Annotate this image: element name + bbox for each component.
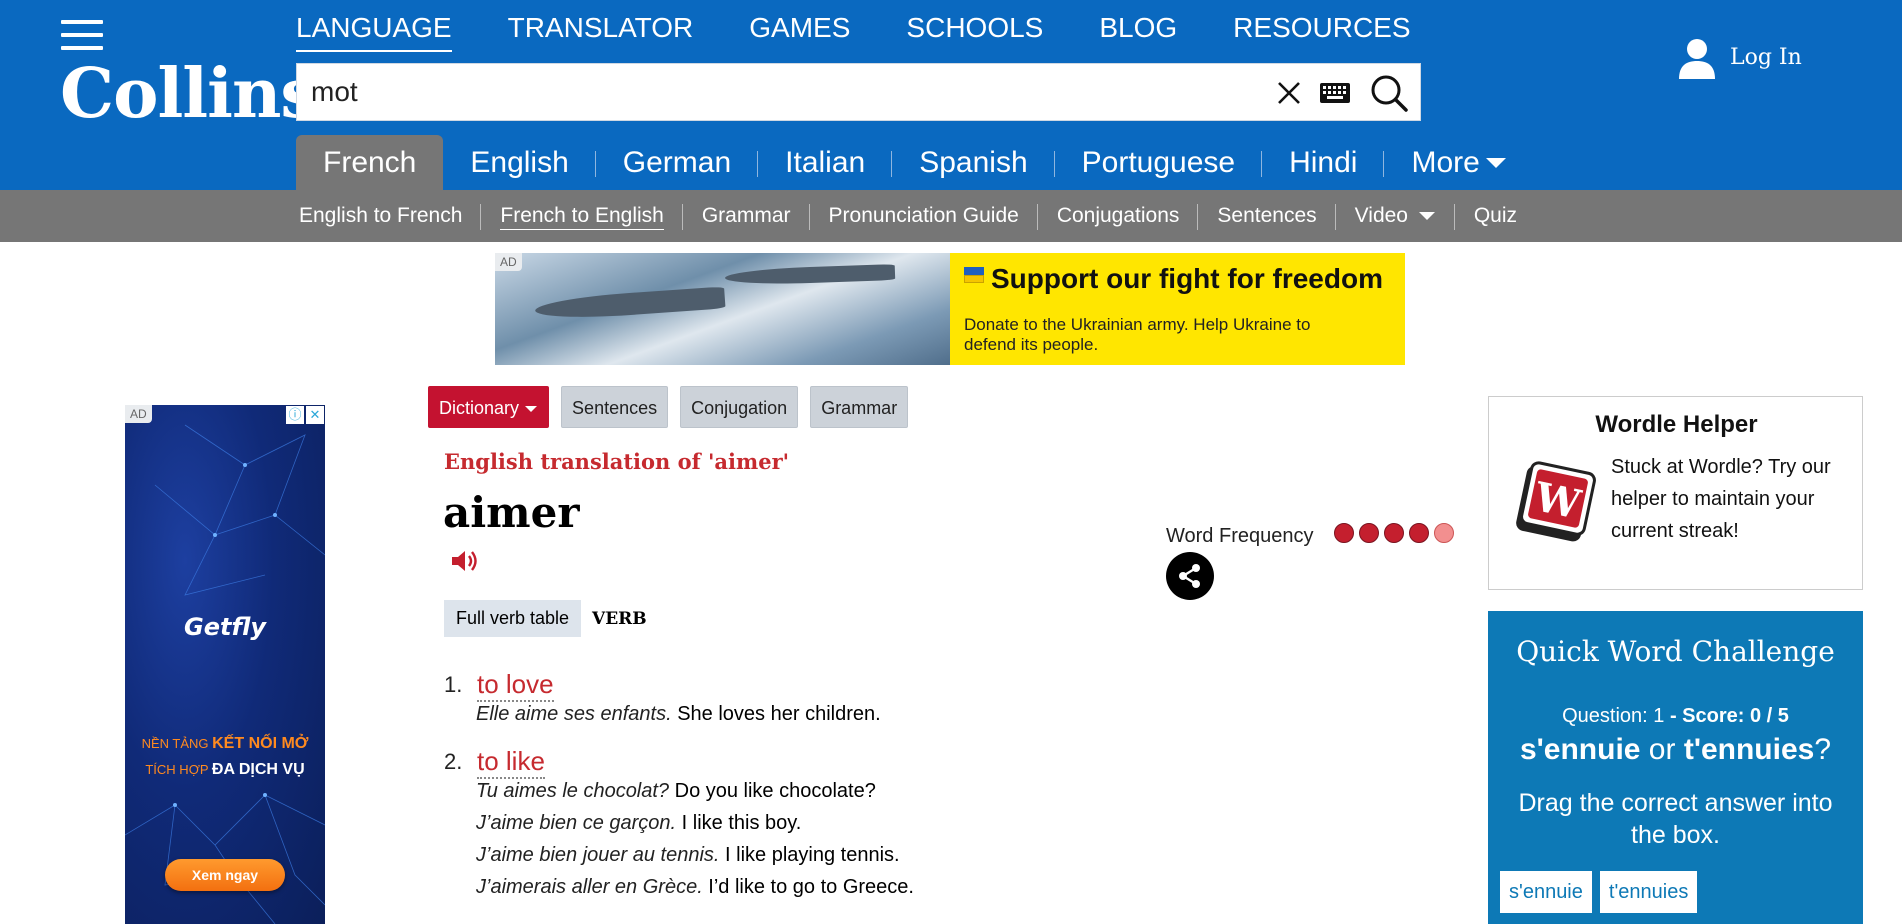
answer-choice[interactable]: s'ennuie [1500,871,1592,913]
subnav-sentences[interactable]: Sentences [1198,190,1336,242]
banner-ad[interactable]: AD Support our fight for freedom Donate … [495,253,1405,365]
clear-icon[interactable] [1269,64,1309,122]
subnav-quiz[interactable]: Quiz [1455,190,1536,242]
wordle-text: Stuck at Wordle? Try our helper to maint… [1611,456,1831,542]
keyboard-icon[interactable] [1313,64,1357,122]
example: J’aime bien jouer au tennis. I like play… [476,844,900,866]
sense-number: 1. [444,672,463,697]
ad-tag: AD [495,253,522,271]
top-nav: LANGUAGE TRANSLATOR GAMES SCHOOLS BLOG R… [296,10,1411,52]
tab-dictionary[interactable]: Dictionary [428,386,550,428]
search-input[interactable] [311,72,1211,112]
ad-info-icon[interactable]: ⓘ [286,406,304,424]
ad-body: Donate to the Ukrainian army. Help Ukrai… [964,315,1311,354]
tab-italian[interactable]: Italian [758,135,893,190]
sub-nav: English to French French to English Gram… [280,190,1536,242]
nav-schools[interactable]: SCHOOLS [906,10,1043,52]
tab-hindi[interactable]: Hindi [1262,135,1385,190]
wordle-tile-icon: W [1516,461,1596,542]
tab-spanish[interactable]: Spanish [892,135,1055,190]
ad-brand-logo: Getfly [184,613,266,641]
translation-heading: English translation of 'aimer' [444,449,790,474]
example: Tu aimes le chocolat? Do you like chocol… [476,780,876,802]
word-frequency-dots [1334,523,1454,543]
tab-sentences[interactable]: Sentences [561,386,669,428]
nav-translator[interactable]: TRANSLATOR [508,10,694,52]
sense-translation[interactable]: to love [477,668,554,702]
full-verb-table-button[interactable]: Full verb table [444,600,582,637]
sense-number: 2. [444,749,463,774]
tab-german[interactable]: German [596,135,759,190]
subnav-grammar[interactable]: Grammar [683,190,810,242]
ukraine-flag-icon [964,267,984,283]
nav-resources[interactable]: RESOURCES [1233,10,1410,52]
site-header: Collins LANGUAGE TRANSLATOR GAMES SCHOOL… [0,0,1902,190]
ad-headline: Support our fight for freedom [991,263,1383,294]
ad-jets-image [495,253,950,365]
tab-conjugation[interactable]: Conjugation [680,386,799,428]
answer-choices: s'ennuie t'ennuies [1500,871,1698,913]
tab-portuguese[interactable]: Portuguese [1055,135,1263,190]
part-of-speech: VERB [592,609,647,629]
ad-line-1: NỀN TẢNG KẾT NỐI MỞ [141,735,309,752]
example: Elle aime ses enfants. She loves her chi… [476,703,881,725]
tab-grammar[interactable]: Grammar [810,386,909,428]
network-graphic [125,424,325,924]
subnav-conjugations[interactable]: Conjugations [1038,190,1199,242]
search-icon[interactable] [1361,64,1417,122]
wordle-helper-card[interactable]: Wordle Helper W Stuck at Wordle? Try our… [1488,396,1863,590]
share-icon[interactable] [1166,552,1214,600]
menu-icon[interactable] [61,20,103,50]
answer-choice[interactable]: t'ennuies [1599,871,1698,913]
subnav-pronunciation-guide[interactable]: Pronunciation Guide [810,190,1038,242]
wordle-title: Wordle Helper [1595,411,1758,438]
nav-games[interactable]: GAMES [749,10,850,52]
sub-nav-bar: English to French French to English Gram… [0,190,1902,242]
user-icon [1679,39,1715,79]
login-link[interactable]: Log In [1678,25,1802,91]
challenge-instruction: Drag the correct answer into the box. [1518,789,1833,849]
question-score: Question: 1 - Score: 0 / 5 [1562,705,1789,727]
example: J’aime bien ce garçon. I like this boy. [476,812,802,834]
site-logo[interactable]: Collins [60,54,319,134]
subnav-video[interactable]: Video [1336,190,1455,242]
tab-french[interactable]: French [296,135,444,190]
ad-cta-button[interactable]: Xem ngay [165,859,285,891]
tab-english[interactable]: English [443,135,596,190]
sense-translation[interactable]: to like [477,745,545,779]
example: J’aimerais aller en Grèce. I’d like to g… [476,876,914,898]
ad-close-icon[interactable]: ✕ [306,406,324,424]
login-label: Log In [1730,45,1802,70]
ad-line-2: TÍCH HỢP ĐA DỊCH VỤ [145,761,305,778]
tab-more[interactable]: More [1384,135,1534,190]
caret-down-icon [1485,157,1506,168]
content-tabs: Dictionary Sentences Conjugation Grammar [428,386,909,428]
challenge-question: s'ennuie or t'ennuies? [1519,733,1832,766]
word-frequency-label: Word Frequency [1166,525,1314,547]
search-box [296,63,1421,121]
ad-controls: ⓘ ✕ [286,406,324,424]
ad-tag: AD [125,405,152,423]
nav-blog[interactable]: BLOG [1099,10,1177,52]
caret-down-icon [525,406,538,412]
nav-language[interactable]: LANGUAGE [296,10,452,52]
subnav-french-to-english[interactable]: French to English [481,190,683,242]
speaker-icon[interactable] [450,548,480,578]
side-ad[interactable]: AD Getfly NỀN TẢNG KẾT NỐI MỞ TÍCH HỢP Đ… [125,405,325,924]
headword: aimer [443,488,580,537]
caret-down-icon [1418,212,1435,220]
language-tabs: French English German Italian Spanish Po… [296,135,1535,190]
subnav-english-to-french[interactable]: English to French [280,190,482,242]
challenge-title: Quick Word Challenge [1516,635,1835,668]
quick-word-challenge: Quick Word Challenge Question: 1 - Score… [1488,611,1863,924]
